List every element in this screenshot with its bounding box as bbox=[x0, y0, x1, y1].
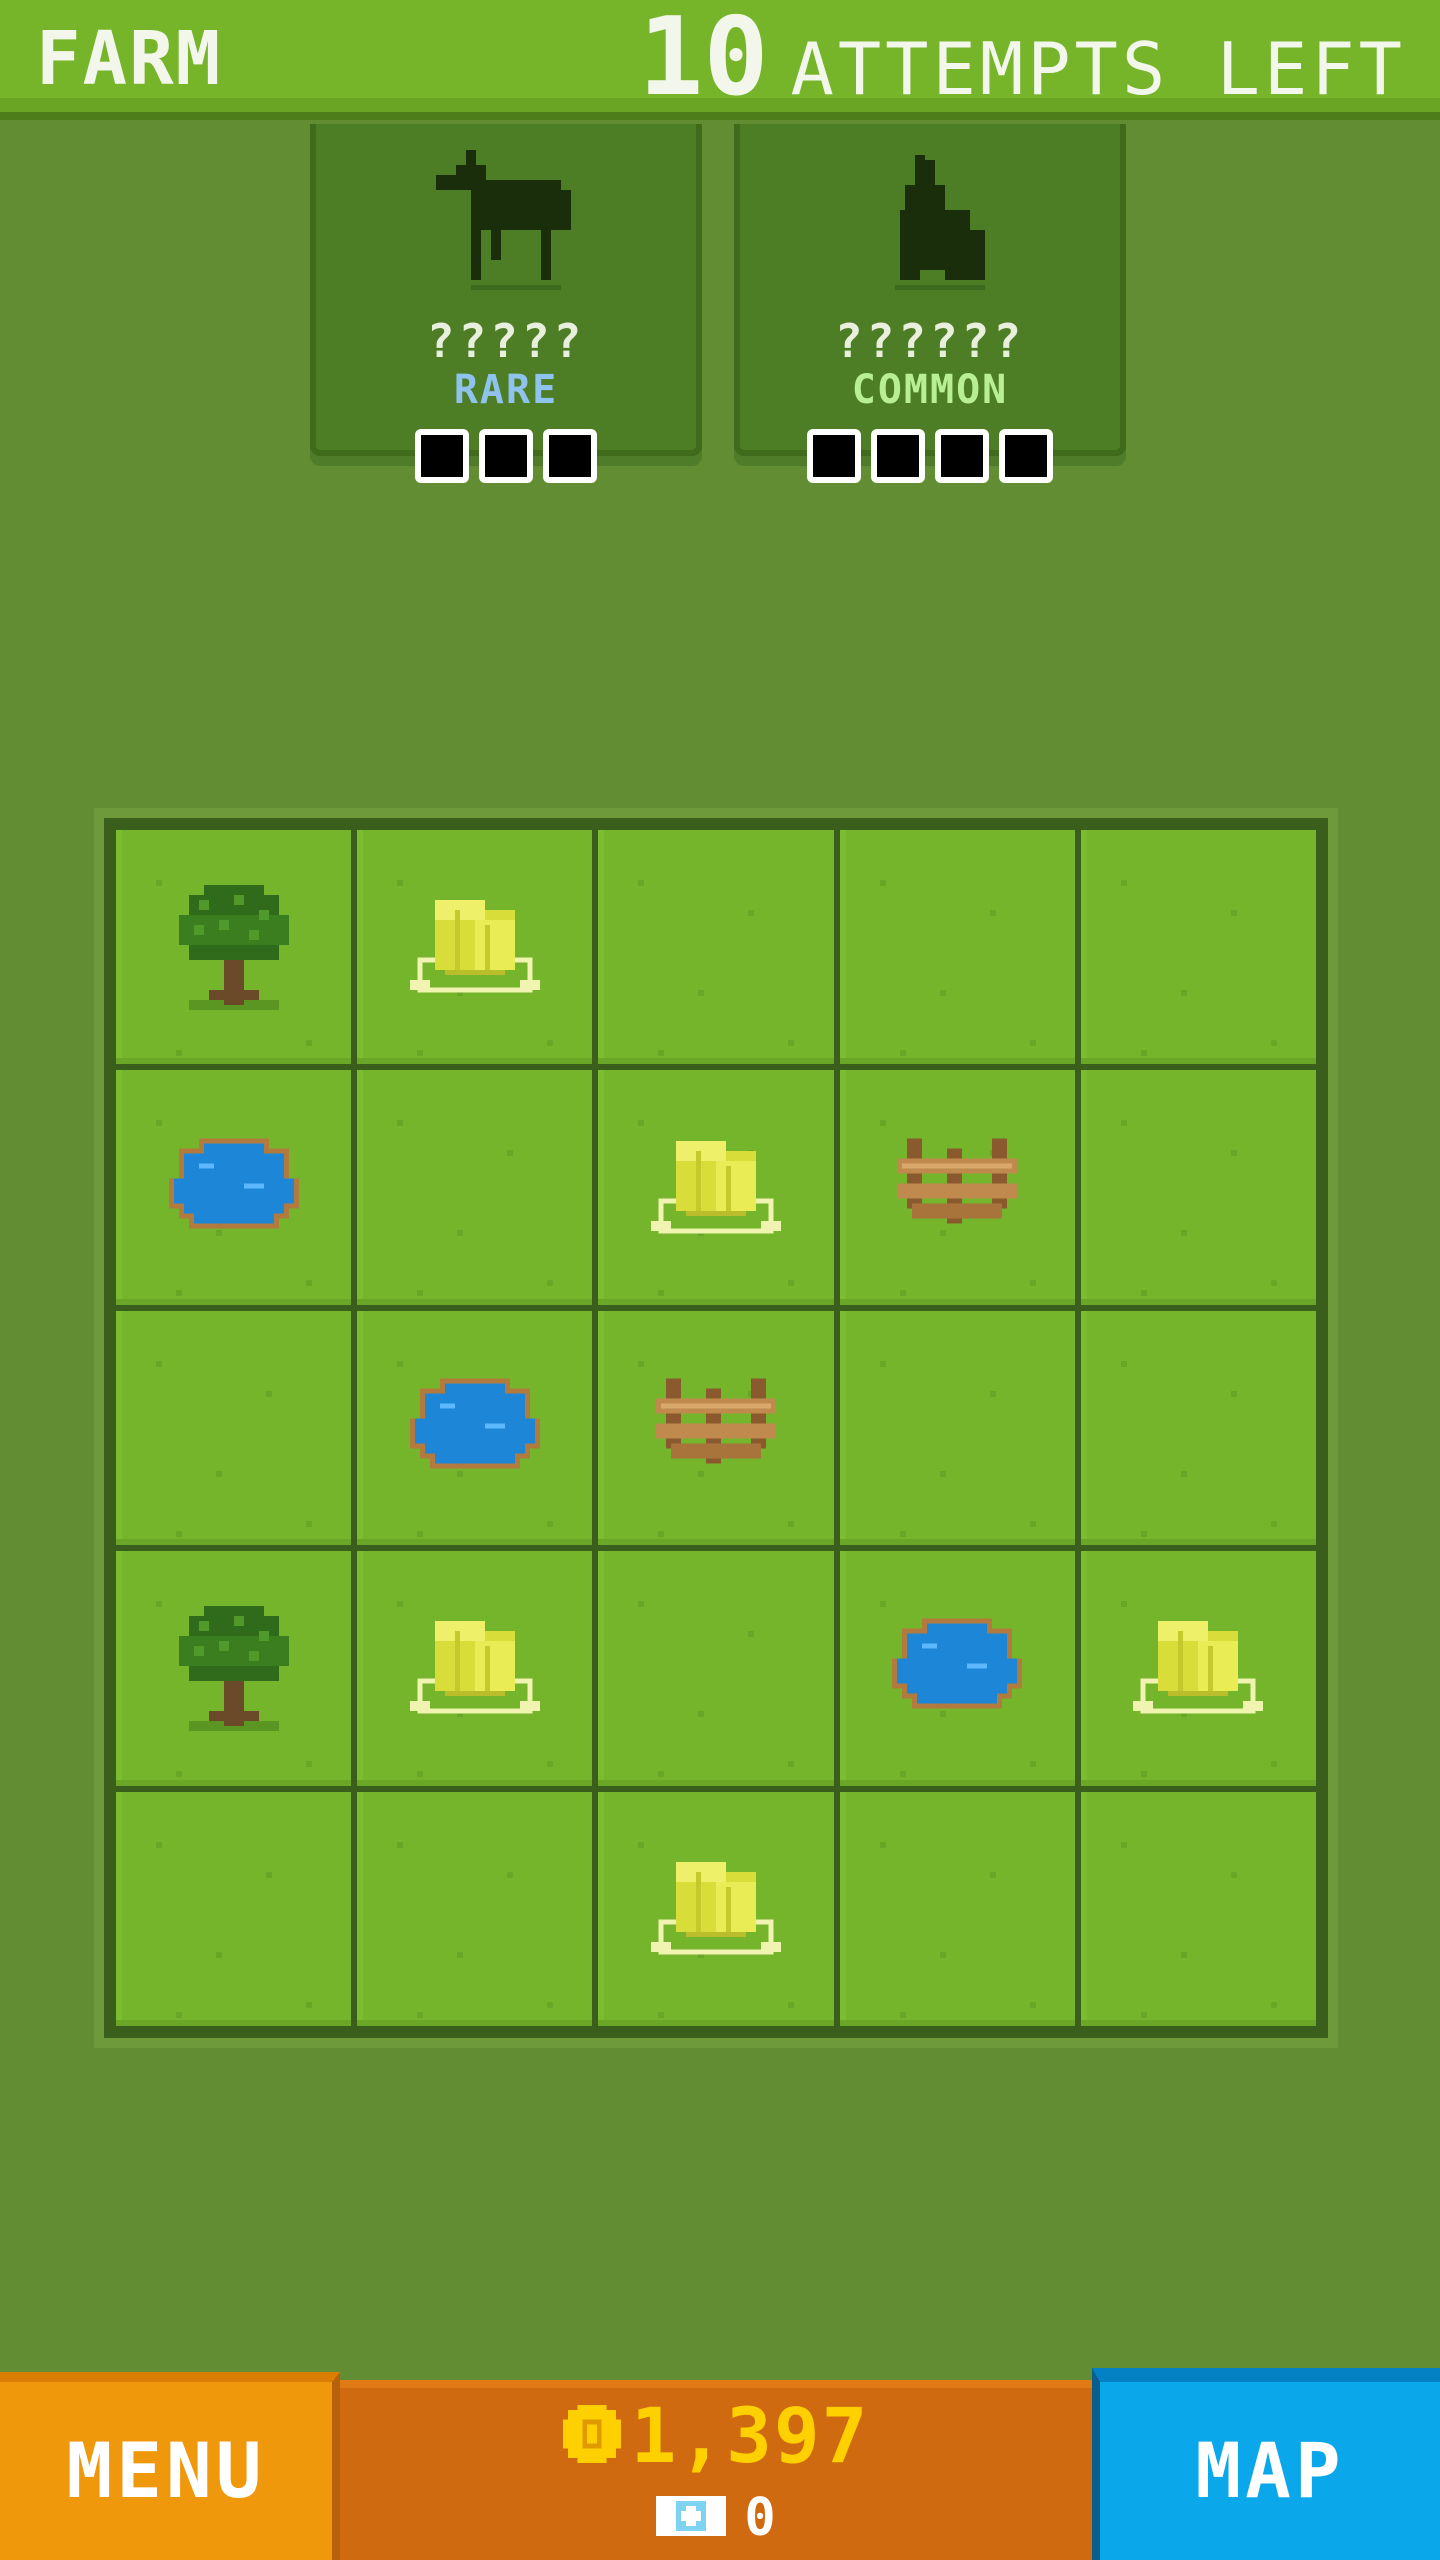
grid-tile-r4-c3[interactable] bbox=[598, 1551, 834, 1786]
fence-icon bbox=[897, 1138, 1018, 1238]
map-button[interactable]: MAP bbox=[1092, 2368, 1440, 2560]
grid-tile-r3-c1[interactable] bbox=[116, 1310, 352, 1546]
pond-icon bbox=[168, 1138, 299, 1238]
hay-icon bbox=[409, 890, 540, 1004]
animal-card-rabbit[interactable]: ?????? COMMON bbox=[734, 124, 1126, 483]
tree-icon bbox=[174, 1601, 294, 1735]
pip-empty bbox=[543, 429, 597, 483]
farm-grid bbox=[104, 818, 1328, 2038]
grid-tile-r3-c4[interactable] bbox=[839, 1310, 1075, 1546]
attempts-label: ATTEMPTS LEFT bbox=[790, 27, 1406, 111]
fence-icon bbox=[655, 1378, 776, 1478]
grid-tile-r1-c5[interactable] bbox=[1080, 830, 1316, 1065]
hay-icon bbox=[650, 1131, 781, 1245]
grid-tile-r1-c4[interactable] bbox=[839, 830, 1075, 1065]
grid-tile-r3-c2[interactable] bbox=[357, 1310, 593, 1546]
tree-icon bbox=[174, 880, 294, 1014]
grid-tile-r4-c2[interactable] bbox=[357, 1551, 593, 1786]
grid-tile-r2-c2[interactable] bbox=[357, 1070, 593, 1305]
pip-empty bbox=[871, 429, 925, 483]
grid-tile-r5-c1[interactable] bbox=[116, 1791, 352, 2026]
ticket-amount: 0 bbox=[744, 2488, 776, 2548]
hay-icon bbox=[409, 1611, 540, 1725]
grid-tile-r5-c5[interactable] bbox=[1080, 1791, 1316, 2026]
grid-tile-r1-c3[interactable] bbox=[598, 830, 834, 1065]
grid-tile-r2-c1[interactable] bbox=[116, 1070, 352, 1305]
pip-empty bbox=[415, 429, 469, 483]
grid-tile-r4-c5[interactable] bbox=[1080, 1551, 1316, 1786]
rabbit-silhouette-icon bbox=[855, 150, 1005, 304]
grid-tile-r2-c3[interactable] bbox=[598, 1070, 834, 1305]
grid-tile-r3-c3[interactable] bbox=[598, 1310, 834, 1546]
grid-tile-r5-c3[interactable] bbox=[598, 1791, 834, 2026]
discovery-pips bbox=[740, 429, 1120, 483]
top-bar: FARM 10 ATTEMPTS LEFT bbox=[0, 0, 1440, 120]
hay-icon bbox=[1133, 1611, 1264, 1725]
farm-grid-tiles bbox=[116, 830, 1316, 2026]
pip-empty bbox=[479, 429, 533, 483]
attempts-counter: 10 ATTEMPTS LEFT bbox=[638, 4, 1406, 112]
grid-tile-r5-c4[interactable] bbox=[839, 1791, 1075, 2026]
bottom-bar: MENU 1,397 0 MAP bbox=[0, 2368, 1440, 2560]
area-title: FARM bbox=[36, 16, 223, 102]
pond-icon bbox=[409, 1378, 540, 1478]
map-button-label: MAP bbox=[1195, 2426, 1345, 2515]
gem-balance: 0 bbox=[340, 2490, 1092, 2546]
discovery-pips bbox=[316, 429, 696, 483]
animal-name: ????? bbox=[426, 314, 586, 368]
coin-icon bbox=[562, 2405, 621, 2467]
ticket-icon bbox=[656, 2495, 727, 2541]
wallet-panel: 1,397 0 bbox=[340, 2380, 1092, 2560]
grid-tile-r2-c4[interactable] bbox=[839, 1070, 1075, 1305]
animal-card-horse[interactable]: ????? RARE bbox=[310, 124, 702, 483]
menu-button[interactable]: MENU bbox=[0, 2372, 340, 2560]
grid-tile-r1-c2[interactable] bbox=[357, 830, 593, 1065]
grid-tile-r5-c2[interactable] bbox=[357, 1791, 593, 2026]
horse-silhouette-icon bbox=[431, 150, 581, 304]
menu-button-label: MENU bbox=[66, 2426, 266, 2515]
grid-tile-r3-c5[interactable] bbox=[1080, 1310, 1316, 1546]
rarity-label: RARE bbox=[453, 367, 559, 413]
hay-icon bbox=[650, 1852, 781, 1966]
grid-tile-r4-c4[interactable] bbox=[839, 1551, 1075, 1786]
pip-empty bbox=[999, 429, 1053, 483]
coin-balance: 1,397 bbox=[340, 2396, 1092, 2476]
rarity-label: COMMON bbox=[851, 367, 1009, 413]
pip-empty bbox=[807, 429, 861, 483]
pond-icon bbox=[892, 1618, 1023, 1718]
coin-amount: 1,397 bbox=[630, 2391, 870, 2480]
grid-tile-r1-c1[interactable] bbox=[116, 830, 352, 1065]
grid-tile-r2-c5[interactable] bbox=[1080, 1070, 1316, 1305]
attempts-count: 10 bbox=[638, 0, 769, 120]
animal-name: ?????? bbox=[834, 314, 1026, 368]
pip-empty bbox=[935, 429, 989, 483]
grid-tile-r4-c1[interactable] bbox=[116, 1551, 352, 1786]
